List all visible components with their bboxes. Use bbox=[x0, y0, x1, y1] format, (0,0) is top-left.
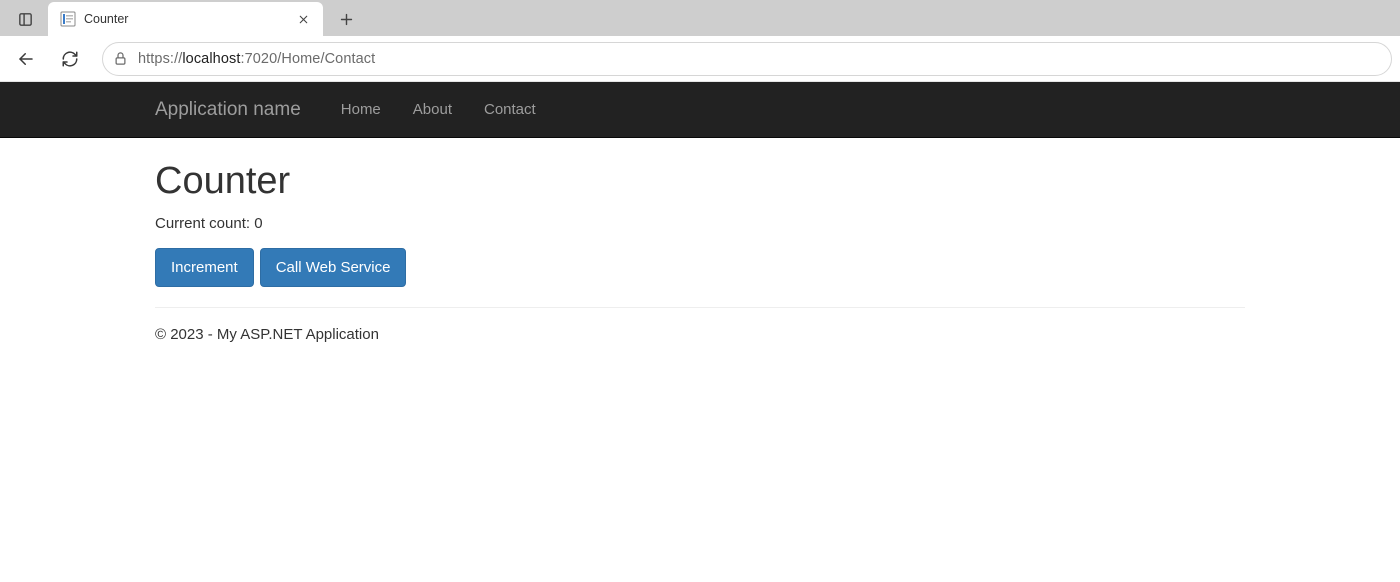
tab-title: Counter bbox=[84, 12, 285, 26]
nav-link-home[interactable]: Home bbox=[325, 82, 397, 138]
address-bar[interactable]: https://localhost:7020/Home/Contact bbox=[102, 42, 1392, 76]
divider bbox=[155, 307, 1245, 308]
browser-toolbar: https://localhost:7020/Home/Contact bbox=[0, 36, 1400, 82]
count-label: Current count: bbox=[155, 215, 250, 232]
count-line: Current count: 0 bbox=[155, 215, 1245, 232]
button-row: Increment Call Web Service bbox=[155, 248, 1245, 287]
nav-link-about[interactable]: About bbox=[397, 82, 468, 138]
address-url: https://localhost:7020/Home/Contact bbox=[138, 51, 375, 67]
lock-icon bbox=[113, 51, 128, 66]
nav-link-contact[interactable]: Contact bbox=[468, 82, 552, 138]
count-value: 0 bbox=[254, 215, 262, 232]
site-navbar: Application name Home About Contact bbox=[0, 82, 1400, 138]
back-button[interactable] bbox=[8, 41, 44, 77]
footer-text: © 2023 - My ASP.NET Application bbox=[155, 326, 1245, 343]
page-body: Counter Current count: 0 Increment Call … bbox=[140, 138, 1260, 343]
nav-links: Home About Contact bbox=[325, 82, 552, 138]
browser-tab-active[interactable]: Counter bbox=[48, 2, 323, 36]
url-scheme: https:// bbox=[138, 51, 182, 67]
increment-button[interactable]: Increment bbox=[155, 248, 254, 287]
page-title: Counter bbox=[155, 160, 1245, 203]
tab-actions-button[interactable] bbox=[8, 2, 42, 36]
page-favicon-icon bbox=[60, 11, 76, 27]
url-host: localhost bbox=[182, 51, 240, 67]
new-tab-button[interactable] bbox=[331, 4, 361, 34]
close-tab-button[interactable] bbox=[293, 9, 313, 29]
browser-tab-strip: Counter bbox=[0, 0, 1400, 36]
navbar-brand[interactable]: Application name bbox=[155, 82, 301, 138]
call-web-service-button[interactable]: Call Web Service bbox=[260, 248, 407, 287]
url-rest: :7020/Home/Contact bbox=[240, 51, 375, 67]
